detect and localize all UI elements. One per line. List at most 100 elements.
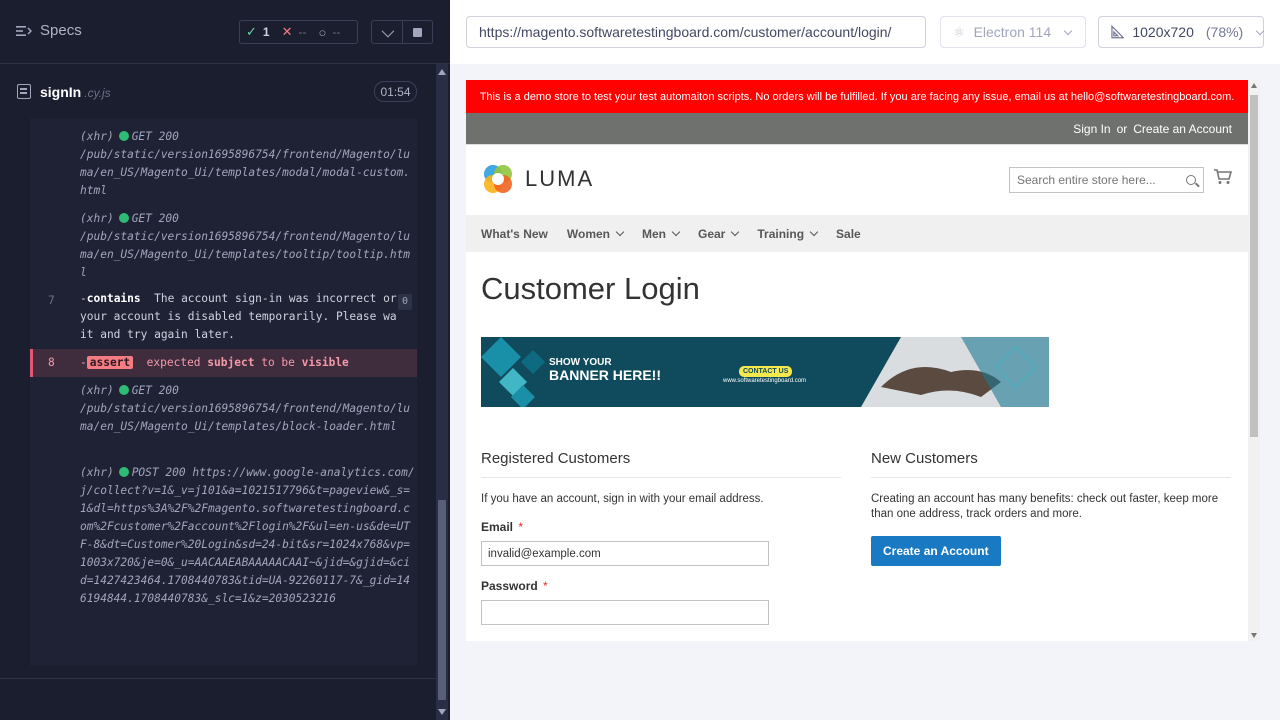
scroll-thumb[interactable]: [1250, 95, 1258, 437]
assert-visible: visible: [301, 356, 349, 369]
nav-item-whats-new[interactable]: What's New: [481, 227, 548, 241]
check-icon: ✓: [246, 24, 257, 39]
xhr-url: https://www.google-analytics.com/j/colle…: [80, 466, 415, 605]
runner-controls: [371, 20, 433, 44]
scroll-up-arrow-icon[interactable]: [438, 69, 446, 75]
promo-title: SHOW YOUR BANNER HERE!!: [549, 357, 661, 383]
scroll-down-arrow-icon[interactable]: [438, 709, 446, 715]
log-entry-assert-failed[interactable]: 8 - assert expected subject to be visible: [30, 349, 417, 377]
status-dot-icon: [118, 385, 129, 395]
pending-circle-icon: ○: [318, 24, 327, 40]
pending-count: --: [332, 25, 341, 39]
create-account-button[interactable]: Create an Account: [871, 536, 1001, 566]
log-entry-xhr[interactable]: (xhr) GET 200 /pub/static/version16958967…: [30, 210, 417, 282]
assert-badge: assert: [86, 356, 134, 369]
main-navigation: What's New Women Men Gear Training Sale: [466, 215, 1248, 252]
element-count-badge: 0: [398, 294, 412, 310]
chevron-down-icon: [1255, 26, 1265, 35]
scroll-up-arrow-icon[interactable]: [1251, 83, 1257, 88]
scroll-down-arrow-icon[interactable]: [1251, 633, 1257, 638]
xhr-url: /pub/static/version1695896754/frontend/M…: [80, 402, 411, 433]
xhr-label: (xhr): [80, 212, 114, 225]
stop-icon: [412, 27, 422, 37]
command-log-scrollbar[interactable]: [436, 64, 448, 720]
xhr-method: GET 200: [131, 130, 179, 143]
spec-name: signIn .cy.js: [40, 84, 111, 100]
nav-item-gear[interactable]: Gear: [698, 227, 740, 241]
status-dot-icon: [118, 467, 129, 477]
top-header-links: Sign In or Create an Account: [466, 113, 1248, 145]
test-stats: ✓ 1 ✕ -- ○ --: [239, 20, 358, 44]
new-customers-desc: Creating an account has many benefits: c…: [871, 493, 1219, 520]
url-bar[interactable]: https://magento.softwaretestingboard.com…: [466, 16, 926, 48]
chevron-down-icon: [731, 227, 740, 237]
pending-stat: ○ --: [313, 25, 347, 40]
nav-item-men[interactable]: Men: [642, 227, 681, 241]
nav-item-sale[interactable]: Sale: [836, 227, 861, 241]
assert-expected: expected: [146, 356, 201, 369]
viewport-zoom: (78%): [1205, 24, 1244, 40]
log-entry-xhr[interactable]: (xhr) GET 200 /pub/static/version16958967…: [30, 128, 417, 200]
nav-item-women[interactable]: Women: [567, 227, 625, 241]
xhr-url: /pub/static/version1695896754/frontend/M…: [80, 148, 411, 197]
site-logo[interactable]: LUMA: [481, 162, 594, 196]
email-field[interactable]: invalid@example.com: [481, 541, 769, 566]
email-label: Email *: [481, 520, 524, 534]
scroll-thumb[interactable]: [438, 500, 446, 700]
promo-banner[interactable]: SHOW YOUR BANNER HERE!! CONTACT US www.s…: [481, 337, 1049, 407]
command-number: 7: [48, 294, 55, 307]
failed-count: --: [298, 25, 307, 39]
xhr-method: POST 200: [131, 466, 186, 479]
aut-scrollbar[interactable]: [1248, 80, 1260, 641]
command-number: 8: [48, 356, 55, 369]
specs-toggle-button[interactable]: Specs: [16, 22, 82, 39]
nav-item-training[interactable]: Training: [757, 227, 819, 241]
browser-selector[interactable]: ⚛ Electron 114: [940, 16, 1086, 48]
passed-count: 1: [262, 25, 270, 39]
viewport-size: 1020x720: [1132, 24, 1194, 40]
xhr-url: /pub/static/version1695896754/frontend/M…: [80, 230, 411, 279]
or-text: or: [1116, 121, 1128, 136]
page-title: Customer Login: [481, 271, 700, 306]
command-name: contains: [86, 292, 141, 305]
chevron-down-icon: [615, 227, 625, 237]
luma-logo-icon: [484, 165, 512, 193]
demo-notice-banner: This is a demo store to test your test a…: [466, 80, 1248, 113]
chevron-down-icon: [381, 24, 395, 37]
logo-text: LUMA: [525, 166, 595, 191]
status-dot-icon: [118, 213, 129, 223]
divider: [0, 678, 436, 679]
electron-icon: ⚛: [953, 23, 966, 40]
new-customers-title: New Customers: [871, 450, 1231, 478]
xhr-method: GET 200: [131, 212, 179, 225]
stop-button[interactable]: [403, 21, 433, 43]
create-account-link[interactable]: Create an Account: [1133, 122, 1232, 136]
specs-label: Specs: [40, 22, 82, 39]
xhr-method: GET 200: [131, 384, 179, 397]
ruler-icon: [1111, 25, 1125, 39]
browser-label: Electron 114: [973, 24, 1052, 40]
search-input[interactable]: Search entire store here...: [1009, 167, 1204, 193]
new-customers-block: New Customers Creating an account has ma…: [871, 450, 1231, 566]
spec-header: signIn .cy.js 01:54: [0, 72, 432, 110]
sign-in-link[interactable]: Sign In: [1073, 122, 1110, 136]
promo-contact-badge: CONTACT US: [739, 366, 793, 377]
aut-toolbar: https://magento.softwaretestingboard.com…: [450, 0, 1280, 64]
log-entry-contains[interactable]: 7 -contains The account sign-in was inco…: [30, 290, 417, 346]
cart-icon[interactable]: [1214, 169, 1232, 185]
search-icon[interactable]: [1186, 175, 1196, 185]
registered-customers-block: Registered Customers If you have an acco…: [481, 450, 841, 625]
log-entry-xhr[interactable]: (xhr) POST 200 https://www.google-analyti…: [30, 464, 417, 664]
password-label: Password *: [481, 579, 548, 593]
password-field[interactable]: [481, 600, 769, 625]
log-entry-xhr[interactable]: (xhr) GET 200 /pub/static/version16958967…: [30, 382, 417, 454]
command-log: (xhr) GET 200 /pub/static/version16958967…: [30, 118, 417, 666]
aut-iframe: This is a demo store to test your test a…: [466, 80, 1260, 641]
menu-icon: [16, 25, 32, 36]
viewport-info[interactable]: 1020x720 (78%): [1098, 16, 1265, 48]
assert-to-be: to be: [261, 356, 295, 369]
search-placeholder: Search entire store here...: [1017, 173, 1156, 187]
chevron-down-icon: [671, 227, 681, 237]
site-header: LUMA Search entire store here...: [466, 145, 1248, 215]
expand-button[interactable]: [372, 21, 403, 43]
